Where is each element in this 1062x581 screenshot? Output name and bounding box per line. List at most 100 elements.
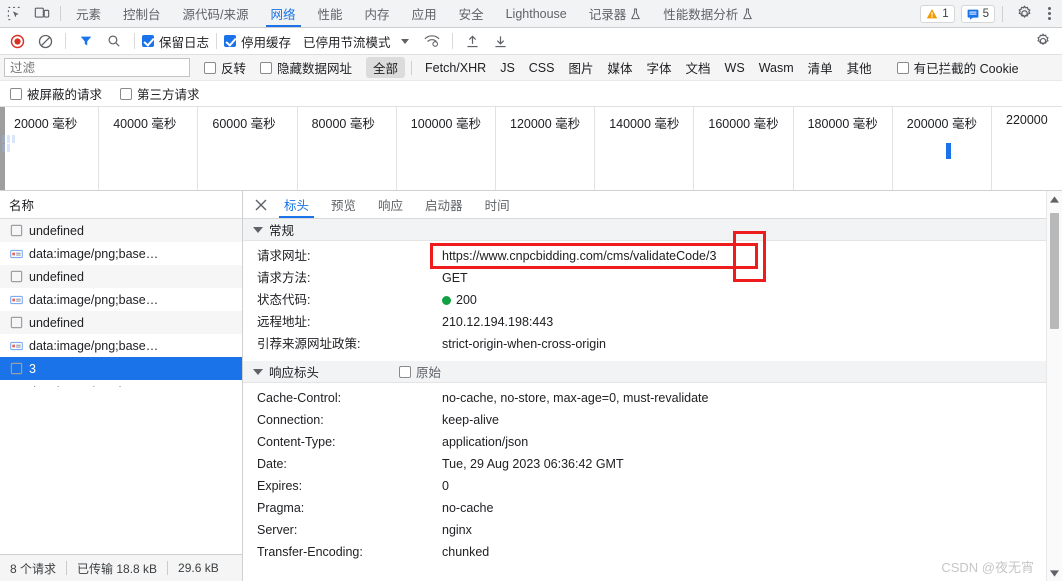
resource-type-4[interactable]: 图片 (561, 57, 600, 78)
document-icon (9, 224, 23, 238)
table-row[interactable]: data:image/png;base… (0, 334, 242, 357)
main-tab-4[interactable]: 性能 (307, 0, 354, 27)
overview-tick-label: 80000 毫秒 (311, 117, 375, 131)
status-divider (66, 561, 68, 575)
invert-checkbox[interactable]: 反转 (204, 58, 246, 77)
resource-type-9[interactable]: Wasm (752, 60, 801, 76)
general-row: 引荐来源网址政策: strict-origin-when-cross-origin (243, 333, 1062, 355)
scrollbar-thumb[interactable] (1050, 213, 1059, 329)
table-row[interactable]: 3 (0, 357, 242, 380)
main-tab-label: 安全 (458, 8, 484, 22)
resource-type-10[interactable]: 清单 (801, 57, 840, 78)
details-tab-0[interactable]: 标头 (273, 191, 320, 218)
checkbox-box (260, 61, 273, 74)
filter-input[interactable] (4, 58, 190, 77)
header-key: 引荐来源网址政策: (257, 337, 361, 351)
request-column-header[interactable]: 名称 (0, 191, 242, 219)
close-icon[interactable] (249, 193, 273, 217)
gear-icon[interactable] (1010, 5, 1038, 22)
main-tab-3[interactable]: 网络 (260, 0, 307, 27)
resource-type-2[interactable]: JS (493, 60, 522, 76)
blocked-requests-checkbox[interactable]: 被屏蔽的请求 (10, 84, 102, 103)
header-row: Pragma: no-cache (243, 497, 1062, 519)
header-key: 状态代码: (257, 293, 311, 307)
general-section-header[interactable]: 常规 (243, 219, 1062, 241)
filter-funnel-icon[interactable] (73, 30, 99, 52)
third-party-requests-checkbox[interactable]: 第三方请求 (120, 84, 200, 103)
request-details-panel: 标头 预览 响应 启动器 时间 常规 请求网址: https://www.cnpcbidd… (243, 191, 1062, 581)
chevron-down-icon[interactable] (400, 38, 409, 44)
record-circle-icon[interactable] (4, 30, 30, 52)
throttling-value[interactable]: 已停用节流模式 (303, 32, 391, 51)
details-scrollbar[interactable] (1046, 191, 1062, 581)
raw-headers-checkbox[interactable]: 原始 (399, 362, 441, 381)
resource-type-0[interactable]: 全部 (366, 57, 406, 78)
main-tab-10[interactable]: 性能数据分析 (652, 0, 764, 27)
main-tab-label: 源代码/来源 (182, 8, 249, 22)
resource-type-5[interactable]: 媒体 (601, 57, 640, 78)
details-tab-1[interactable]: 预览 (320, 191, 367, 218)
scroll-down-icon[interactable] (1047, 565, 1062, 581)
filter-bar: 反转 隐藏数据网址 全部 Fetch/XHRJSCSS图片媒体字体文档WSWasm… (0, 55, 1062, 81)
resource-type-7[interactable]: 文档 (679, 57, 718, 78)
blocked-cookies-label: 有已拦截的 Cookie (913, 62, 1019, 76)
preserve-log-checkbox[interactable]: 保留日志 (142, 32, 209, 51)
flask-icon (742, 7, 753, 20)
main-tab-0[interactable]: 元素 (65, 0, 112, 27)
more-vertical-icon[interactable] (1040, 7, 1058, 20)
overview-request-bar (946, 143, 951, 159)
table-row[interactable]: data:image/png;base… (0, 242, 242, 265)
main-tab-7[interactable]: 安全 (448, 0, 495, 27)
request-name: data:image/png;base… (29, 292, 159, 307)
blocked-cookies-checkbox[interactable]: 有已拦截的 Cookie (896, 58, 1019, 77)
header-value: https://www.cnpcbidding.com/cms/validate… (442, 249, 717, 263)
scroll-up-icon[interactable] (1047, 191, 1062, 207)
main-tab-1[interactable]: 控制台 (112, 0, 172, 27)
image-icon (9, 247, 23, 261)
warning-badge[interactable]: 1 (920, 4, 955, 23)
main-tab-2[interactable]: 源代码/来源 (172, 0, 260, 27)
details-body[interactable]: 常规 请求网址: https://www.cnpcbidding.com/cms/… (243, 219, 1062, 581)
resource-type-11[interactable]: 其他 (840, 57, 879, 78)
header-row: Expires: 0 (243, 475, 1062, 497)
status-dot (442, 296, 451, 305)
disable-cache-checkbox[interactable]: 停用缓存 (224, 32, 291, 51)
header-key: Date: (257, 457, 287, 471)
table-row[interactable]: undefined (0, 265, 242, 288)
request-list[interactable]: undefined data:image/png;base… undefined da… (0, 219, 242, 387)
main-tab-6[interactable]: 应用 (401, 0, 448, 27)
network-lower-area: 名称 undefined data:image/png;base… undefine… (0, 191, 1062, 581)
details-tab-3[interactable]: 启动器 (414, 191, 474, 218)
image-icon (9, 339, 23, 353)
main-tab-8[interactable]: Lighthouse (495, 0, 578, 27)
table-row[interactable]: undefined (0, 311, 242, 334)
main-tab-label: 网络 (270, 8, 296, 22)
resource-type-1[interactable]: Fetch/XHR (418, 60, 493, 76)
message-badge[interactable]: 5 (960, 4, 995, 23)
details-tab-4[interactable]: 时间 (474, 191, 521, 218)
hide-data-urls-checkbox[interactable]: 隐藏数据网址 (260, 58, 352, 77)
network-conditions-icon[interactable] (419, 30, 445, 52)
network-overview-timeline[interactable]: 20000 毫秒 40000 毫秒 60000 毫秒 80000 毫秒 100000 毫… (0, 107, 1062, 191)
image-icon (9, 293, 23, 307)
resource-type-6[interactable]: 字体 (640, 57, 679, 78)
main-tab-5[interactable]: 内存 (354, 0, 401, 27)
request-name: 3 (29, 361, 36, 376)
details-tab-2[interactable]: 响应 (367, 191, 414, 218)
clear-prohibited-icon[interactable] (32, 30, 58, 52)
device-toolbar-icon[interactable] (28, 0, 56, 27)
overview-tick-label: 100000 毫秒 (410, 117, 481, 131)
inspect-element-icon[interactable] (0, 0, 28, 27)
gear-icon[interactable] (1030, 30, 1056, 52)
main-tab-9[interactable]: 记录器 (578, 0, 653, 27)
resource-type-3[interactable]: CSS (522, 60, 562, 76)
export-har-icon[interactable] (488, 30, 514, 52)
overview-tick-label: 120000 毫秒 (510, 117, 581, 131)
resource-type-8[interactable]: WS (718, 60, 752, 76)
table-row[interactable]: undefined (0, 219, 242, 242)
response-headers-section-header[interactable]: 响应标头 原始 (243, 361, 1062, 383)
header-value: 0 (442, 479, 449, 493)
search-icon[interactable] (101, 30, 127, 52)
table-row[interactable]: data:image/png;base… (0, 288, 242, 311)
import-har-icon[interactable] (460, 30, 486, 52)
